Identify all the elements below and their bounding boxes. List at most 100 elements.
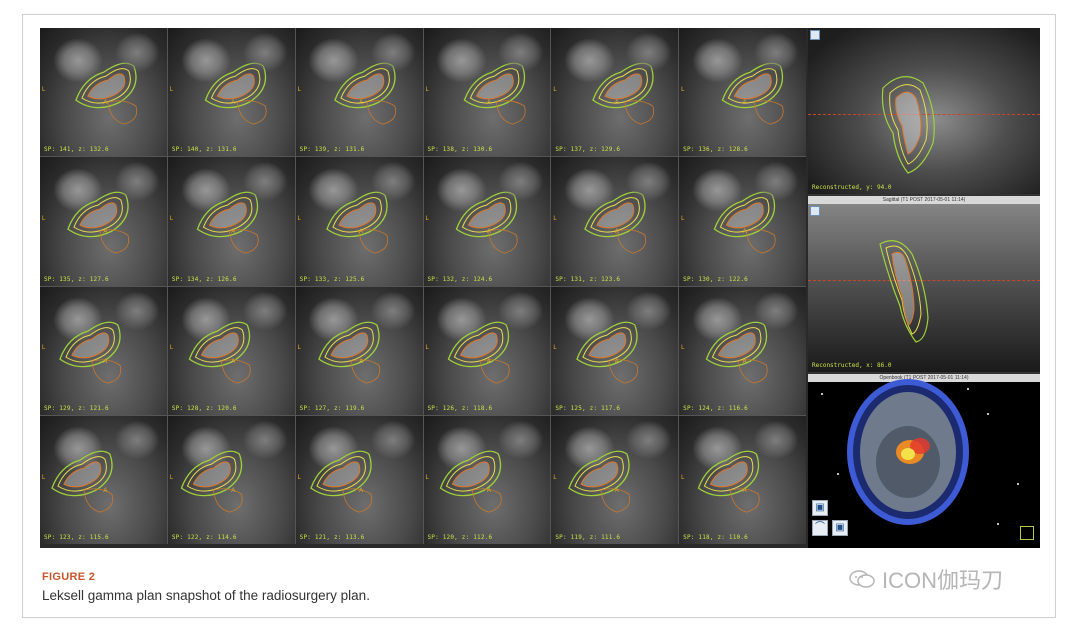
axial-slice: A L SP: 121, z: 113.6 [295,415,423,544]
dose-contours [705,321,768,383]
sagittal-view: Sagittal (T1 POST 2017-05-01 11:14) Reco… [808,196,1040,372]
left-marker: L [553,345,557,352]
watermark: ICON伽玛刀 [848,563,1003,595]
slice-label: SP: 129, z: 121.6 [44,404,109,412]
axial-slice: A L SP: 119, z: 111.6 [551,415,679,544]
anterior-marker: A [614,358,619,365]
figure-label: FIGURE 2 [42,571,96,583]
axial-slice: A L SP: 139, z: 131.6 [295,28,423,157]
openbook-view: Openbook (T1 POST 2017-05-01 11:14) ▣ ⌒ … [808,374,1040,548]
slice-label: SP: 139, z: 131.6 [299,146,365,154]
anterior-marker: A [614,487,619,494]
slice-label: SP: 119, z: 111.6 [555,534,621,541]
anterior-marker: A [103,487,108,494]
left-marker: L [297,86,301,93]
left-marker: L [425,345,429,352]
axial-slice: A L SP: 122, z: 114.6 [167,415,295,544]
axial-slice: A L SP: 127, z: 119.6 [295,286,423,415]
dose-contours [196,191,259,254]
left-marker: L [425,216,429,223]
slice-label: SP: 130, z: 122.6 [683,275,748,283]
coronal-contours [881,76,935,174]
axial-slice: A L SP: 133, z: 125.6 [295,157,423,286]
anterior-marker: A [231,358,236,365]
coronal-recon-label: Reconstructed, y: 94.0 [812,184,892,191]
left-marker: L [681,345,685,352]
axial-slice: A L SP: 131, z: 123.6 [551,157,679,286]
axial-slice: A L SP: 129, z: 121.6 [40,286,167,415]
left-marker: L [42,345,46,352]
anterior-marker: A [742,487,747,494]
dose-contours [67,191,130,254]
slice-label: SP: 140, z: 131.6 [171,146,237,154]
anterior-marker: A [103,358,108,365]
dose-contours [333,62,396,125]
figure-caption: Leksell gamma plan snapshot of the radio… [42,588,370,603]
slice-label: SP: 141, z: 132.6 [44,146,109,154]
slice-label: SP: 127, z: 119.6 [299,404,365,412]
left-marker: L [553,86,557,93]
left-marker: L [169,86,174,93]
door-icon[interactable]: ▣ [832,520,848,536]
anterior-marker: A [614,100,619,106]
anterior-marker: A [103,100,108,106]
slice-label: SP: 128, z: 120.6 [171,404,237,412]
axial-slice: A L SP: 124, z: 116.6 [679,286,806,415]
axial-slice: A L SP: 140, z: 131.6 [167,28,295,157]
axial-slice: A L SP: 118, z: 110.6 [679,415,806,544]
coronal-view: Reconstructed, y: 94.0 [808,28,1040,194]
left-marker: L [169,474,174,481]
dose-contours [721,62,784,125]
dose-contours [697,450,760,513]
left-marker: L [425,86,429,93]
anterior-marker: A [359,100,364,106]
anterior-marker: A [231,100,236,106]
slice-label: SP: 123, z: 115.6 [44,534,109,541]
door-icon[interactable]: ▣ [812,500,828,516]
slice-label: SP: 126, z: 118.6 [427,404,493,412]
axial-slice: A L SP: 123, z: 115.6 [40,415,167,544]
axial-slice: A L SP: 136, z: 128.6 [679,28,806,157]
left-marker: L [425,474,429,481]
dose-contours [439,450,502,513]
dose-contours [204,62,267,125]
anterior-marker: A [486,229,491,236]
left-marker: L [42,216,46,223]
side-views: Reconstructed, y: 94.0 Sagittal (T1 POST… [808,28,1040,548]
dose-contours [75,62,138,125]
sagittal-recon-label: Reconstructed, x: 86.0 [812,362,892,369]
anterior-marker: A [359,487,364,494]
dose-contours [325,191,388,254]
dose-contours [455,191,518,254]
slice-label: SP: 136, z: 128.6 [683,146,748,154]
axial-slice: A L SP: 125, z: 117.6 [551,286,679,415]
dose-contours [317,321,380,383]
slice-label: SP: 118, z: 110.6 [683,534,748,541]
axial-slice: A L SP: 138, z: 130.6 [423,28,551,157]
left-marker: L [553,216,557,223]
dose-contours [463,62,526,125]
view-icon[interactable]: ⌒ [812,520,828,536]
axial-slice-grid: A L SP: 141, z: 132.6 A L SP: 140, z: 131.6 A L… [40,28,806,544]
slice-label: SP: 133, z: 125.6 [299,275,365,283]
slice-label: SP: 138, z: 130.6 [427,146,493,154]
wechat-icon [849,570,875,588]
anterior-marker: A [742,358,747,365]
anterior-marker: A [486,358,491,365]
left-marker: L [297,474,301,481]
left-marker: L [681,216,685,223]
left-marker: L [169,345,174,352]
slice-label: SP: 131, z: 123.6 [555,275,621,283]
frame-icon [1020,526,1034,540]
axial-slice: A L SP: 137, z: 129.6 [551,28,679,157]
left-marker: L [553,474,557,481]
slice-label: SP: 137, z: 129.6 [555,146,621,154]
anterior-marker: A [359,358,364,365]
axial-slice: A L SP: 141, z: 132.6 [40,28,167,157]
dose-contours [584,191,647,254]
anterior-marker: A [231,487,236,494]
anterior-marker: A [614,229,619,236]
dose-contours [576,321,639,383]
slice-label: SP: 120, z: 112.6 [427,534,493,541]
left-marker: L [681,474,685,481]
